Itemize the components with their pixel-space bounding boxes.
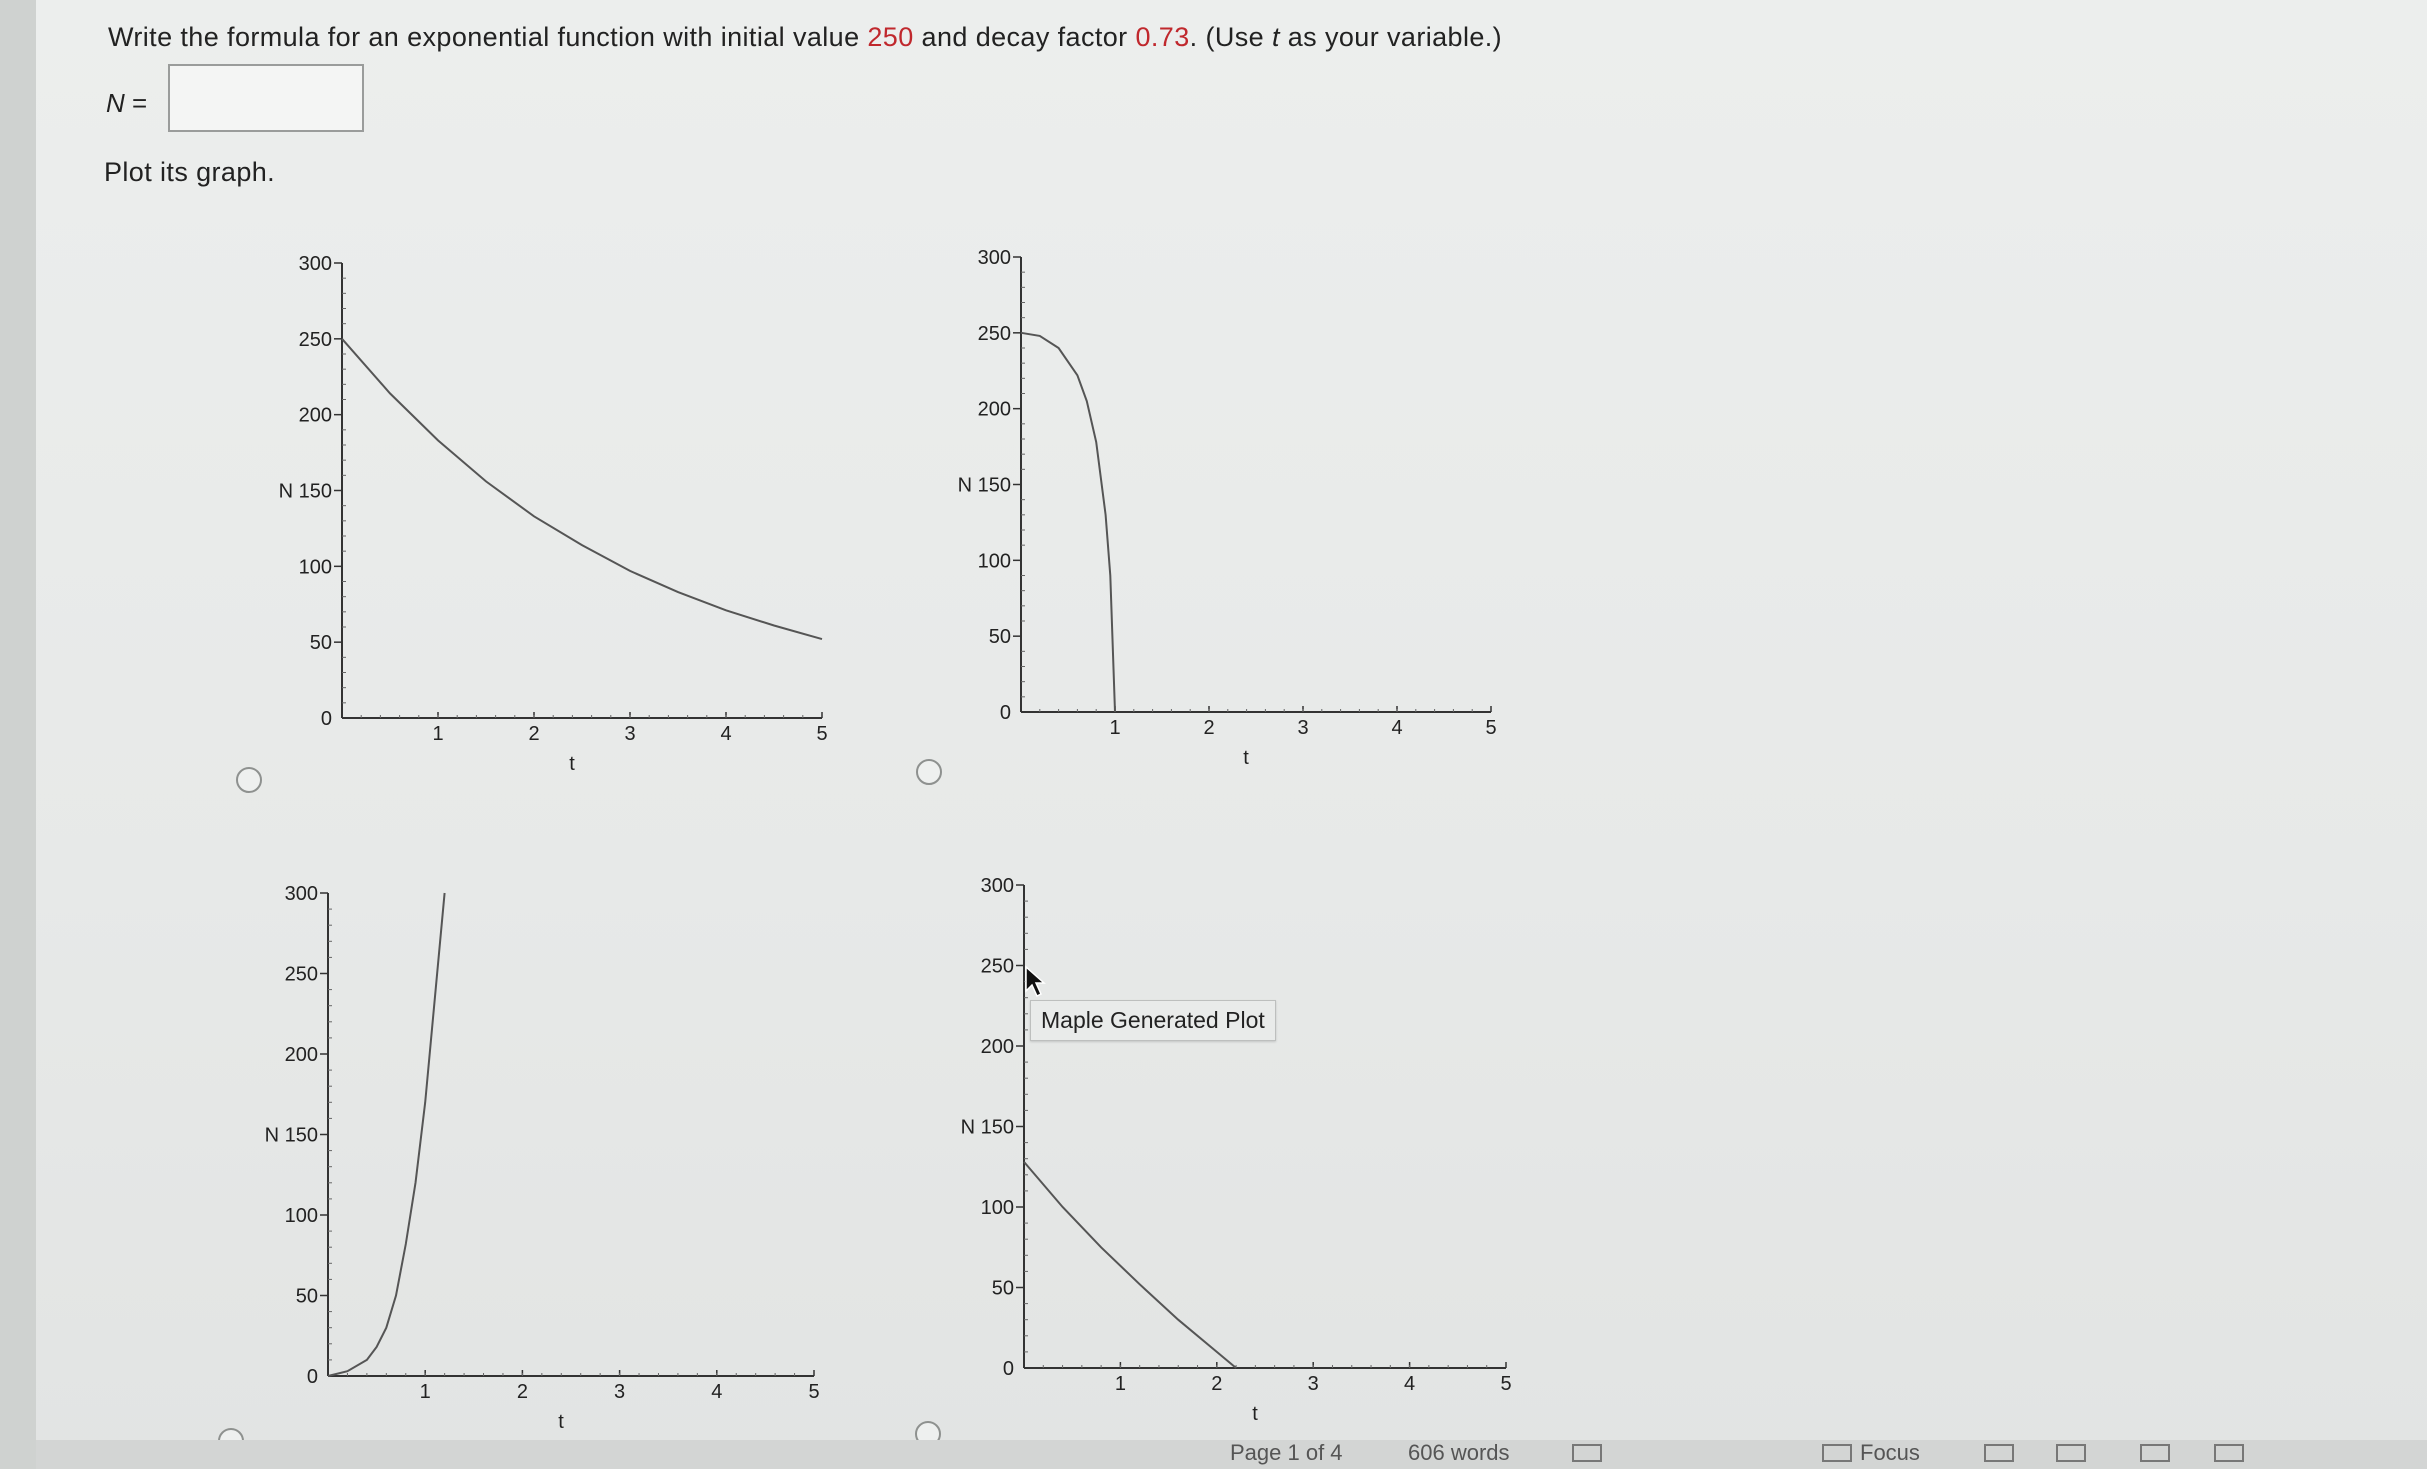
focus-label[interactable]: Focus [1860, 1440, 1920, 1466]
status-bar: Page 1 of 4 606 words Focus [36, 1440, 2427, 1469]
mouse-cursor-icon [1025, 965, 1046, 998]
x-tick-label: 3 [614, 1381, 625, 1403]
x-tick-label: 2 [528, 723, 539, 745]
x-axis-label: t [1252, 1403, 1258, 1425]
page-count[interactable]: Page 1 of 4 [1230, 1440, 1343, 1466]
x-tick-label: 4 [1404, 1373, 1415, 1395]
x-tick-label: 5 [816, 723, 827, 745]
y-tick-label: 100 [981, 1197, 1014, 1219]
x-tick-label: 1 [1115, 1373, 1126, 1395]
graph-options-svg: 300250200N 1501005001 2 3 4 5t 300250200N 15… [265, 247, 1512, 1433]
data-curve [327, 892, 446, 1377]
x-tick-label: 5 [808, 1381, 819, 1403]
graph-option-b[interactable]: 300 250 200 N 150 100 50 0 1 2 3 4 5 t [958, 247, 1497, 769]
outline-icon[interactable] [2140, 1444, 2170, 1462]
graph-option-a[interactable]: 300 250 200 N 150 100 50 0 1 2 3 4 5 t [279, 253, 828, 775]
word-count[interactable]: 606 words [1408, 1440, 1510, 1466]
y-tick-label: N 150 [279, 481, 332, 503]
x-tick-label: 5 [1485, 717, 1496, 739]
y-tick-label: 50 [296, 1286, 318, 1308]
y-tick-label: 250 [285, 964, 318, 986]
y-tick-label: 200 [285, 1044, 318, 1066]
y-tick-label: 300 [978, 247, 1011, 269]
x-tick-label: 2 [1203, 717, 1214, 739]
y-tick-label: 0 [321, 708, 332, 730]
y-tick-label: 250 [299, 329, 332, 351]
y-tick-label: 300 [285, 883, 318, 905]
x-tick-label: 2 [517, 1381, 528, 1403]
x-tick-label: 1 [1109, 717, 1120, 739]
focus-icon[interactable] [1822, 1444, 1852, 1462]
y-tick-label: 300 [299, 253, 332, 275]
data-curve [1023, 1161, 1237, 1369]
y-tick-label: N 150 [265, 1125, 318, 1147]
x-tick-label: 4 [1391, 717, 1402, 739]
x-tick-label: 4 [711, 1381, 722, 1403]
y-tick-label: 100 [285, 1205, 318, 1227]
y-tick-label: 50 [989, 626, 1011, 648]
y-tick-label: N 150 [958, 475, 1011, 497]
y-tick-label: 250 [978, 323, 1011, 345]
proofing-icon[interactable] [1572, 1444, 1602, 1462]
print-layout-icon[interactable] [1984, 1444, 2014, 1462]
y-tick-label: N 150 [961, 1117, 1014, 1139]
x-tick-label: 1 [420, 1381, 431, 1403]
y-tick-label: 0 [307, 1366, 318, 1388]
draft-icon[interactable] [2214, 1444, 2244, 1462]
x-tick-label: 5 [1500, 1373, 1511, 1395]
data-curve [1020, 331, 1116, 713]
y-tick-label: 50 [310, 632, 332, 654]
web-layout-icon[interactable] [2056, 1444, 2086, 1462]
x-tick-label: 1 [432, 723, 443, 745]
y-tick-label: 300 [981, 875, 1014, 897]
y-tick-label: 200 [299, 405, 332, 427]
y-tick-label: 100 [299, 556, 332, 578]
y-tick-label: 0 [1003, 1358, 1014, 1380]
graph-option-c[interactable]: 300 250 200 N 150 100 50 0 1 2 3 4 5 t [265, 883, 820, 1433]
y-tick-label: 200 [981, 1036, 1014, 1058]
graph-option-d[interactable]: 300 250 200 N 150 100 50 0 1 2 3 4 5 t [961, 875, 1512, 1425]
x-tick-label: 4 [720, 723, 731, 745]
plot-tooltip: Maple Generated Plot [1030, 1000, 1276, 1041]
x-tick-label: 2 [1211, 1373, 1222, 1395]
y-tick-label: 200 [978, 399, 1011, 421]
y-tick-label: 100 [978, 550, 1011, 572]
x-axis-label: t [1243, 747, 1249, 769]
x-tick-label: 3 [1297, 717, 1308, 739]
data-curve [341, 338, 823, 641]
y-tick-label: 50 [992, 1278, 1014, 1300]
x-axis-label: t [558, 1411, 564, 1433]
y-tick-label: 0 [1000, 702, 1011, 724]
x-axis-label: t [569, 753, 575, 775]
x-tick-label: 3 [624, 723, 635, 745]
x-tick-label: 3 [1308, 1373, 1319, 1395]
y-tick-label: 250 [981, 956, 1014, 978]
